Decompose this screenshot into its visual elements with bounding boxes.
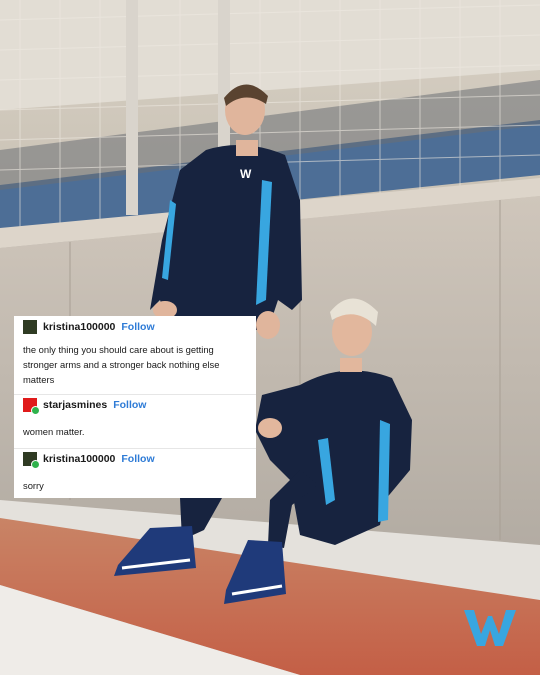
post-header: kristina100000 Follow (23, 452, 155, 469)
follow-button[interactable]: Follow (121, 321, 154, 333)
online-badge-icon (31, 406, 40, 415)
fence-post (126, 0, 138, 215)
post-header: kristina100000 Follow (23, 320, 155, 334)
follow-button[interactable]: Follow (113, 399, 146, 411)
tumblr-post-card: kristina100000 Follow the only thing you… (14, 316, 256, 498)
online-badge-icon (31, 460, 40, 469)
post-header: starjasmines Follow (23, 398, 146, 415)
post-text: sorry (23, 480, 44, 491)
username[interactable]: kristina100000 (43, 453, 115, 465)
avatar[interactable] (23, 320, 37, 334)
svg-text:W: W (240, 167, 252, 181)
username[interactable]: kristina100000 (43, 321, 115, 333)
post-text: women matter. (23, 426, 85, 437)
post: kristina100000 Follow the only thing you… (14, 316, 256, 395)
post: kristina100000 Follow sorry (14, 448, 256, 498)
post: starjasmines Follow women matter. (14, 394, 256, 449)
avatar[interactable] (23, 398, 40, 415)
follow-button[interactable]: Follow (121, 453, 154, 465)
avatar[interactable] (23, 452, 40, 469)
post-text: the only thing you should care about is … (23, 344, 220, 385)
williams-w-logo-icon (464, 610, 516, 646)
username[interactable]: starjasmines (43, 399, 107, 411)
